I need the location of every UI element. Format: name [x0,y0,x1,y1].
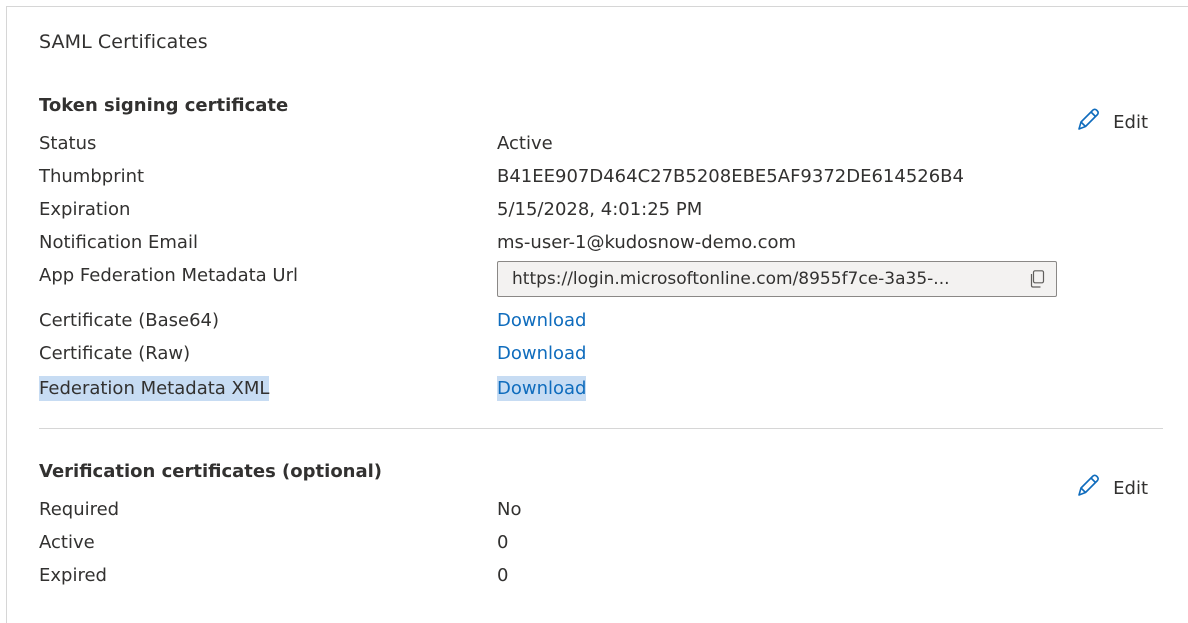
federation-metadata-xml-download-link[interactable]: Download [497,376,587,401]
expiration-label: Expiration [39,199,131,220]
metadata-url-row: App Federation Metadata Url https://logi… [39,261,1139,301]
expiration-row: Expiration 5/15/2028, 4:01:25 PM [39,195,1139,225]
thumbprint-label: Thumbprint [39,166,145,187]
saml-certificates-panel: SAML Certificates Token signing certific… [6,6,1188,623]
thumbprint-row: Thumbprint B41EE907D464C27B5208EBE5AF937… [39,162,1139,192]
status-value: Active [497,133,553,154]
cert-base64-download-link[interactable]: Download [497,310,586,331]
thumbprint-value: B41EE907D464C27B5208EBE5AF9372DE614526B4 [497,166,964,187]
expired-label: Expired [39,565,107,586]
copy-icon[interactable] [1028,270,1046,288]
cert-base64-row: Certificate (Base64) Download [39,306,1139,336]
token-signing-heading: Token signing certificate [39,95,289,116]
metadata-url-value[interactable]: https://login.microsoftonline.com/8955f7… [512,269,1018,289]
cert-raw-label: Certificate (Raw) [39,343,191,364]
required-label: Required [39,499,120,520]
active-label: Active [39,532,95,553]
metadata-url-field[interactable]: https://login.microsoftonline.com/8955f7… [497,261,1057,297]
cert-raw-download-link[interactable]: Download [497,343,586,364]
expired-row: Expired 0 [39,561,1139,591]
federation-metadata-xml-row: Federation Metadata XML Download [39,372,1139,402]
cert-base64-label: Certificate (Base64) [39,310,219,331]
page-title: SAML Certificates [39,31,208,53]
status-label: Status [39,133,97,154]
notification-email-value: ms-user-1@kudosnow-demo.com [497,232,797,253]
required-row: Required No [39,495,1139,525]
active-value: 0 [497,532,509,553]
verification-heading: Verification certificates (optional) [39,461,383,482]
required-value: No [497,499,522,520]
section-divider [39,428,1163,429]
expiration-value: 5/15/2028, 4:01:25 PM [497,199,703,220]
notification-email-label: Notification Email [39,232,198,253]
active-row: Active 0 [39,528,1139,558]
notification-email-row: Notification Email ms-user-1@kudosnow-de… [39,228,1139,258]
federation-metadata-xml-label: Federation Metadata XML [39,376,270,401]
expired-value: 0 [497,565,509,586]
metadata-url-label: App Federation Metadata Url [39,265,298,286]
cert-raw-row: Certificate (Raw) Download [39,339,1139,369]
status-row: Status Active [39,129,1139,159]
